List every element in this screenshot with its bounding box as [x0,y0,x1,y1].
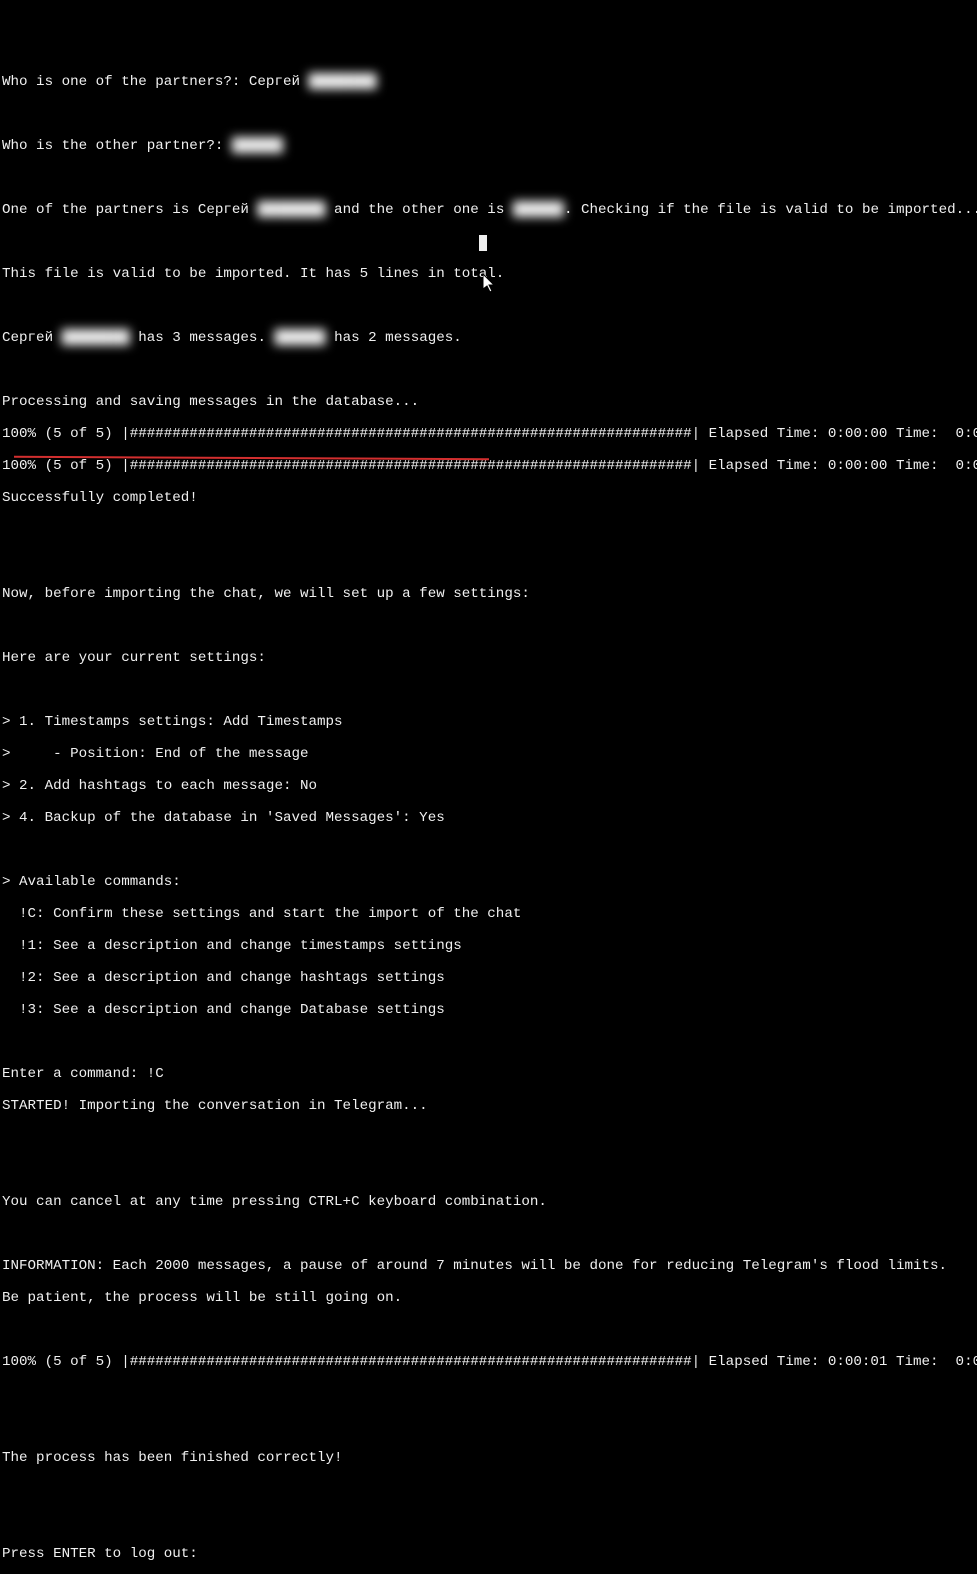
text: has 3 messages. [130,330,275,346]
settings-intro: Now, before importing the chat, we will … [2,586,975,602]
command-item: !3: See a description and change Databas… [2,1002,975,1018]
text-cursor [479,235,487,251]
blank-line [2,1034,975,1050]
command-item: !2: See a description and change hashtag… [2,970,975,986]
prompt-line: Who is the other partner?: ██████ [2,138,975,154]
progress-bar: 100% (5 of 5) |#########################… [2,458,975,474]
command-confirm: !C: Confirm these settings and start the… [2,906,975,922]
blank-line [2,170,975,186]
blank-line [2,1226,975,1242]
text: Сергей [2,330,62,346]
progress-bar: 100% (5 of 5) |#########################… [2,426,975,442]
blank-line [2,1418,975,1434]
logout-prompt[interactable]: Press ENTER to log out: [2,1546,975,1562]
redacted-name: ████████ [309,74,377,90]
blank-line [2,1162,975,1178]
success-message: Successfully completed! [2,490,975,506]
setting-item: > 1. Timestamps settings: Add Timestamps [2,714,975,730]
blank-line [2,1482,975,1498]
processing-title: Processing and saving messages in the da… [2,394,975,410]
redacted-name: ████████ [62,330,130,346]
blank-line [2,618,975,634]
prompt-partner2-question: Who is the other partner?: [2,138,232,154]
text: . Checking if the file is valid to be im… [564,202,977,218]
redacted-name: ████████ [257,202,325,218]
text: One of the partners is Сергей [2,202,257,218]
finished-message: The process has been finished correctly! [2,1450,975,1466]
blank-line [2,842,975,858]
blank-line [2,682,975,698]
blank-line [2,522,975,538]
info-line: INFORMATION: Each 2000 messages, a pause… [2,1258,975,1274]
confirmation-line: One of the partners is Сергей ████████ a… [2,202,975,218]
message-count-line: Сергей ████████ has 3 messages. ██████ h… [2,330,975,346]
blank-line [2,1514,975,1530]
text: has 2 messages. [326,330,462,346]
commands-header: > Available commands: [2,874,975,890]
blank-line [2,554,975,570]
setting-item: > 2. Add hashtags to each message: No [2,778,975,794]
redacted-name: ██████ [232,138,283,154]
blank-line [2,298,975,314]
prompt-partner1-question: Who is one of the partners?: Сергей [2,74,309,90]
redacted-name: ██████ [513,202,564,218]
redacted-name: ██████ [274,330,325,346]
setting-item: > 4. Backup of the database in 'Saved Me… [2,810,975,826]
blank-line [2,1322,975,1338]
text: and the other one is [326,202,513,218]
command-prompt[interactable]: Enter a command: !C [2,1066,975,1082]
blank-line [2,106,975,122]
blank-line [2,362,975,378]
progress-bar: 100% (5 of 5) |#########################… [2,1354,975,1370]
validation-line: This file is valid to be imported. It ha… [2,266,975,282]
blank-line [2,234,975,250]
setting-item-detail: > - Position: End of the message [2,746,975,762]
blank-line [2,1386,975,1402]
started-message: STARTED! Importing the conversation in T… [2,1098,975,1114]
blank-line [2,1130,975,1146]
command-item: !1: See a description and change timesta… [2,938,975,954]
prompt-line: Who is one of the partners?: Сергей ████… [2,74,975,90]
cancel-info: You can cancel at any time pressing CTRL… [2,1194,975,1210]
info-line: Be patient, the process will be still go… [2,1290,975,1306]
settings-header: Here are your current settings: [2,650,975,666]
